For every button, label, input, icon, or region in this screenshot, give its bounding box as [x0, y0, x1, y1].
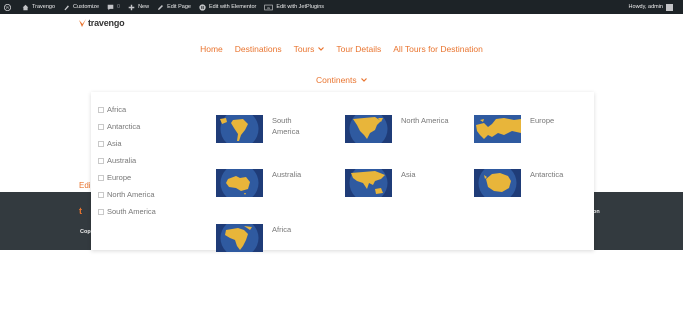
jetplugins-icon: JE	[264, 4, 274, 10]
plus-icon	[128, 4, 135, 10]
checkbox[interactable]	[98, 106, 104, 113]
filter-antarctica[interactable]: Antarctica	[98, 118, 156, 135]
wordpress-logo-button[interactable]: W	[0, 0, 18, 14]
filter-europe[interactable]: Europe	[98, 169, 156, 186]
continent-card-australia[interactable]: Australia	[216, 169, 320, 197]
pencil-icon	[158, 4, 164, 10]
nav-item-tour-details[interactable]: Tour Details	[336, 44, 381, 54]
logo-mark-icon	[79, 18, 86, 27]
site-name: Travengo	[32, 4, 56, 10]
checkbox[interactable]	[98, 191, 104, 198]
nav-item-all-tours[interactable]: All Tours for Destination	[393, 44, 483, 54]
checkbox[interactable]	[98, 174, 104, 181]
filter-north-america[interactable]: North America	[98, 186, 156, 203]
africa-globe-icon	[216, 224, 263, 252]
comments-link[interactable]: 0	[103, 0, 124, 14]
filter-label: Europe	[107, 173, 132, 182]
chevron-down-icon	[360, 78, 367, 82]
site-name-link[interactable]: Travengo	[18, 0, 59, 14]
checkbox[interactable]	[98, 123, 104, 130]
edit-page-link[interactable]: Edit Page	[153, 0, 195, 14]
brush-icon	[64, 4, 69, 10]
wordpress-icon: W	[4, 3, 11, 11]
nav-item-home[interactable]: Home	[200, 44, 223, 54]
filter-africa[interactable]: Africa	[98, 101, 156, 118]
continent-name: South America	[272, 116, 300, 136]
continent-name: Australia	[272, 170, 302, 179]
filter-label: Africa	[107, 105, 127, 114]
edit-page-label: Edit Page	[167, 4, 191, 10]
continent-card-europe[interactable]: Europe	[474, 115, 578, 143]
footer-logo: t	[79, 206, 82, 216]
jetplugins-link[interactable]: JE Edit with JetPlugins	[260, 0, 328, 14]
new-label: New	[138, 4, 150, 10]
checkbox[interactable]	[98, 208, 104, 215]
continent-filter-list: Africa Antarctica Asia Australia Europe …	[98, 101, 156, 220]
nav-label: Tour Details	[336, 44, 382, 54]
customize-link[interactable]: Customize	[59, 0, 103, 14]
asia-globe-icon	[345, 169, 392, 197]
nav-item-continents[interactable]: Continents	[316, 75, 367, 85]
north-america-globe-icon	[345, 115, 392, 143]
nav-item-tours[interactable]: Tours	[294, 44, 325, 54]
elementor-label: Edit with Elementor	[208, 4, 257, 10]
continent-name: Africa	[272, 225, 292, 234]
avatar	[666, 3, 673, 11]
filter-south-america[interactable]: South America	[98, 203, 156, 220]
filter-label: Australia	[107, 156, 137, 165]
filter-label: Antarctica	[107, 122, 141, 131]
continent-card-antarctica[interactable]: Antarctica	[474, 169, 578, 197]
filter-label: South America	[107, 207, 156, 216]
footer-right-text: on	[593, 209, 600, 215]
nav-label: Home	[200, 44, 223, 54]
chevron-down-icon	[318, 47, 325, 51]
my-account-menu[interactable]: Howdy, admin	[629, 0, 673, 14]
nav-label: All Tours for Destination	[393, 44, 483, 54]
logo-text: travengo	[88, 18, 125, 28]
nav-label: Tours	[293, 44, 315, 54]
south-america-globe-icon	[216, 115, 263, 143]
howdy-label: Howdy, admin	[628, 4, 663, 10]
nav-label: Destinations	[234, 44, 282, 54]
admin-bar: W Travengo Customize 0 New Edit Page Edi…	[0, 0, 683, 14]
continent-card-africa[interactable]: Africa	[216, 224, 320, 252]
main-navigation: Home Destinations Tours Tour Details All…	[0, 44, 683, 54]
comments-count: 0	[117, 4, 121, 10]
new-content-link[interactable]: New	[124, 0, 153, 14]
continent-name: Europe	[530, 116, 555, 125]
checkbox[interactable]	[98, 140, 104, 147]
continent-name: Antarctica	[530, 170, 564, 179]
australia-globe-icon	[216, 169, 263, 197]
home-icon	[22, 4, 29, 10]
site-logo[interactable]: travengo	[79, 18, 125, 28]
filter-label: Asia	[107, 139, 122, 148]
filter-australia[interactable]: Australia	[98, 152, 156, 169]
continent-card-north-america[interactable]: North America	[345, 115, 449, 143]
jetplugins-label: Edit with JetPlugins	[276, 4, 325, 10]
continents-dropdown: Africa Antarctica Asia Australia Europe …	[91, 92, 594, 252]
svg-text:W: W	[6, 5, 10, 10]
continent-name: Asia	[401, 170, 416, 179]
filter-asia[interactable]: Asia	[98, 135, 156, 152]
europe-map-icon	[474, 115, 521, 143]
comment-icon	[107, 4, 114, 10]
customize-label: Customize	[73, 4, 100, 10]
checkbox[interactable]	[98, 157, 104, 164]
edit-link[interactable]: Edi	[79, 181, 91, 190]
footer-copyright: Cop	[80, 229, 91, 235]
svg-text:JE: JE	[267, 5, 270, 9]
elementor-icon	[199, 3, 206, 11]
continent-name: North America	[401, 116, 449, 125]
continent-card-south-america[interactable]: South America	[216, 115, 320, 143]
elementor-link[interactable]: Edit with Elementor	[195, 0, 260, 14]
nav-item-destinations[interactable]: Destinations	[235, 44, 282, 54]
continent-card-asia[interactable]: Asia	[345, 169, 449, 197]
continents-label: Continents	[316, 75, 357, 85]
antarctica-globe-icon	[474, 169, 521, 197]
filter-label: North America	[107, 190, 155, 199]
